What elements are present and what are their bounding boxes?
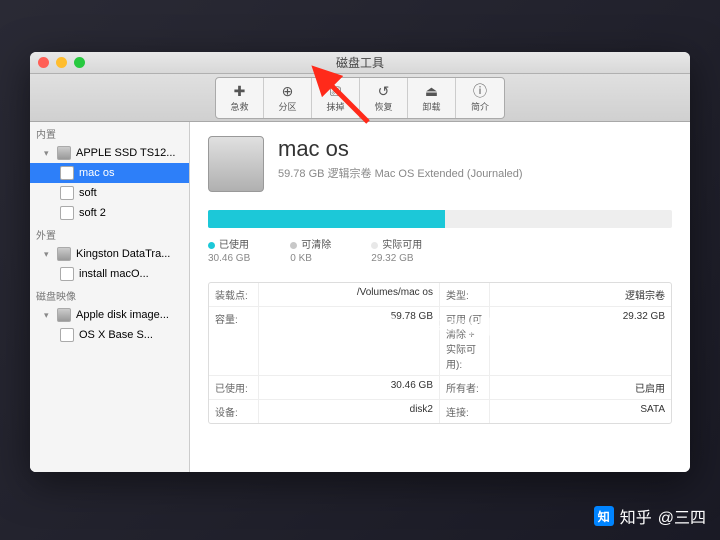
window-title: 磁盘工具: [30, 54, 690, 71]
stethoscope-icon: ✚: [234, 82, 246, 100]
sidebar-item[interactable]: install macO...: [30, 264, 189, 284]
sidebar: 内置▾APPLE SSD TS12...mac ossoftsoft 2外置▾K…: [30, 122, 190, 472]
toolbar-partition-button[interactable]: ⊕分区: [264, 78, 312, 118]
info-row: 设备:disk2连接:SATA: [209, 400, 671, 423]
info-key: 可用 (可清除 + 实际可用):: [440, 307, 490, 375]
info-key: 类型:: [440, 283, 490, 306]
usage-bar: [208, 210, 672, 228]
sidebar-group-label: 磁盘映像: [30, 284, 189, 305]
sidebar-item[interactable]: ▾APPLE SSD TS12...: [30, 143, 189, 163]
sidebar-item[interactable]: ▾Kingston DataTra...: [30, 244, 189, 264]
sidebar-item[interactable]: soft: [30, 183, 189, 203]
sidebar-item[interactable]: mac os: [30, 163, 189, 183]
partition-icon: ⊕: [282, 82, 294, 100]
sidebar-item[interactable]: ▾Apple disk image...: [30, 305, 189, 325]
close-icon[interactable]: [38, 57, 49, 68]
sidebar-group-label: 内置: [30, 122, 189, 143]
toolbar: ✚急救⊕分区⎚抹掉↺恢复⏏卸载ⓘ简介: [30, 74, 690, 122]
toolbar-stethoscope-button[interactable]: ✚急救: [216, 78, 264, 118]
info-value: 30.46 GB: [259, 376, 440, 399]
info-key: 装载点:: [209, 283, 259, 306]
toolbar-erase-button[interactable]: ⎚抹掉: [312, 78, 360, 118]
volume-icon: [60, 166, 74, 180]
usage-legend: 已使用30.46 GB 可清除0 KB 实际可用29.32 GB: [208, 236, 672, 264]
info-key: 已使用:: [209, 376, 259, 399]
info-key: 容量:: [209, 307, 259, 375]
info-key: 连接:: [440, 400, 490, 423]
sidebar-item[interactable]: OS X Base S...: [30, 325, 189, 345]
disclosure-icon[interactable]: ▾: [44, 249, 52, 260]
info-row: 容量:59.78 GB可用 (可清除 + 实际可用):29.32 GB: [209, 307, 671, 376]
volume-subtitle: 59.78 GB 逻辑宗卷 Mac OS Extended (Journaled…: [278, 165, 523, 181]
info-icon: ⓘ: [473, 82, 487, 100]
sidebar-group-label: 外置: [30, 223, 189, 244]
restore-icon: ↺: [378, 82, 390, 100]
corner-watermark: 知 知乎 @三四: [594, 504, 706, 528]
volume-icon: [60, 206, 74, 220]
zhihu-icon: 知: [594, 506, 614, 526]
usage-used: [208, 210, 445, 228]
info-value: 29.32 GB: [490, 307, 671, 375]
info-row: 装载点:/Volumes/mac os类型:逻辑宗卷: [209, 283, 671, 307]
info-value: /Volumes/mac os: [259, 283, 440, 306]
volume-icon: [60, 328, 74, 342]
sidebar-item[interactable]: soft 2: [30, 203, 189, 223]
zoom-icon[interactable]: [74, 57, 85, 68]
info-table: 装载点:/Volumes/mac os类型:逻辑宗卷容量:59.78 GB可用 …: [208, 282, 672, 424]
volume-name: mac os: [278, 136, 523, 162]
toolbar-info-button[interactable]: ⓘ简介: [456, 78, 504, 118]
legend-purgeable: 可清除0 KB: [290, 236, 331, 264]
main-panel: mac os 59.78 GB 逻辑宗卷 Mac OS Extended (Jo…: [190, 122, 690, 472]
disk-icon: [57, 146, 71, 160]
erase-icon: ⎚: [330, 82, 341, 100]
eject-icon: ⏏: [425, 82, 438, 100]
info-value: 逻辑宗卷: [490, 283, 671, 306]
disclosure-icon[interactable]: ▾: [44, 310, 52, 321]
info-key: 设备:: [209, 400, 259, 423]
legend-used: 已使用30.46 GB: [208, 236, 250, 264]
volume-icon: [60, 267, 74, 281]
toolbar-restore-button[interactable]: ↺恢复: [360, 78, 408, 118]
legend-free: 实际可用29.32 GB: [371, 236, 422, 264]
info-value: 59.78 GB: [259, 307, 440, 375]
volume-icon: [60, 186, 74, 200]
disclosure-icon[interactable]: ▾: [44, 148, 52, 159]
disk-icon: [57, 247, 71, 261]
info-value: 已启用: [490, 376, 671, 399]
info-value: SATA: [490, 400, 671, 423]
info-value: disk2: [259, 400, 440, 423]
info-row: 已使用:30.46 GB所有者:已启用: [209, 376, 671, 400]
disk-utility-window: 磁盘工具 ✚急救⊕分区⎚抹掉↺恢复⏏卸载ⓘ简介 内置▾APPLE SSD TS1…: [30, 52, 690, 472]
volume-icon: [208, 136, 264, 192]
toolbar-eject-button[interactable]: ⏏卸载: [408, 78, 456, 118]
traffic-lights: [38, 57, 85, 68]
info-key: 所有者:: [440, 376, 490, 399]
minimize-icon[interactable]: [56, 57, 67, 68]
disk-icon: [57, 308, 71, 322]
titlebar[interactable]: 磁盘工具: [30, 52, 690, 74]
